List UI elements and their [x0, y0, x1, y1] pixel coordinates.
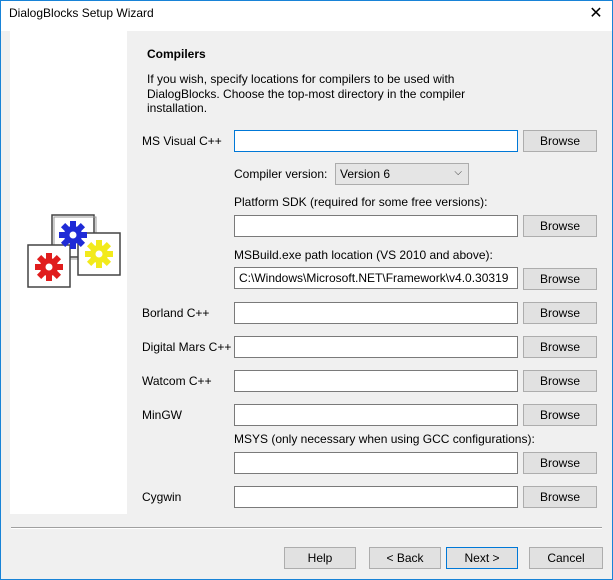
cancel-button[interactable]: Cancel [529, 547, 603, 569]
title-bar: DialogBlocks Setup Wizard ✕ [1, 1, 612, 31]
msvc-label: MS Visual C++ [142, 134, 222, 148]
yellow-gear-icon [85, 240, 113, 268]
msbuild-label: MSBuild.exe path location (VS 2010 and a… [234, 248, 493, 262]
msvc-path-input[interactable] [234, 130, 518, 152]
close-icon[interactable]: ✕ [588, 6, 604, 22]
compiler-version-label: Compiler version: [234, 167, 328, 181]
borland-browse-button[interactable]: Browse [523, 302, 597, 324]
red-gear-icon [35, 253, 63, 281]
msys-browse-button[interactable]: Browse [523, 452, 597, 474]
watcom-label: Watcom C++ [142, 374, 212, 388]
intro-text: If you wish, specify locations for compi… [147, 72, 466, 115]
next-button[interactable]: Next > [446, 547, 518, 569]
wizard-window: DialogBlocks Setup Wizard ✕ Compilers If… [0, 0, 613, 580]
mingw-browse-button[interactable]: Browse [523, 404, 597, 426]
mingw-label: MinGW [142, 408, 182, 422]
watcom-path-input[interactable] [234, 370, 518, 392]
footer-separator [11, 527, 602, 529]
page-heading: Compilers [147, 47, 206, 61]
msbuild-browse-button[interactable]: Browse [523, 268, 597, 290]
window-title: DialogBlocks Setup Wizard [9, 6, 154, 20]
compiler-version-select[interactable]: Version 6 ⌵ [335, 163, 469, 185]
platform-sdk-input[interactable] [234, 215, 518, 237]
watcom-browse-button[interactable]: Browse [523, 370, 597, 392]
help-button[interactable]: Help [284, 547, 356, 569]
cygwin-path-input[interactable] [234, 486, 518, 508]
gears-icon [27, 214, 121, 288]
blue-gear-icon [59, 221, 87, 249]
cygwin-browse-button[interactable]: Browse [523, 486, 597, 508]
compiler-version-value: Version 6 [340, 167, 391, 181]
cygwin-label: Cygwin [142, 490, 182, 504]
borland-path-input[interactable] [234, 302, 518, 324]
borland-label: Borland C++ [142, 306, 210, 320]
back-button[interactable]: < Back [369, 547, 441, 569]
chevron-down-icon: ⌵ [454, 167, 462, 178]
msbuild-path-input[interactable]: C:\Windows\Microsoft.NET\Framework\v4.0.… [234, 267, 518, 289]
digital-mars-path-input[interactable] [234, 336, 518, 358]
msys-label: MSYS (only necessary when using GCC conf… [234, 432, 535, 446]
platform-sdk-browse-button[interactable]: Browse [523, 215, 597, 237]
msvc-browse-button[interactable]: Browse [523, 130, 597, 152]
digital-mars-label: Digital Mars C++ [142, 340, 232, 354]
msys-path-input[interactable] [234, 452, 518, 474]
platform-sdk-label: Platform SDK (required for some free ver… [234, 195, 488, 209]
mingw-path-input[interactable] [234, 404, 518, 426]
side-panel [10, 31, 127, 514]
digital-mars-browse-button[interactable]: Browse [523, 336, 597, 358]
